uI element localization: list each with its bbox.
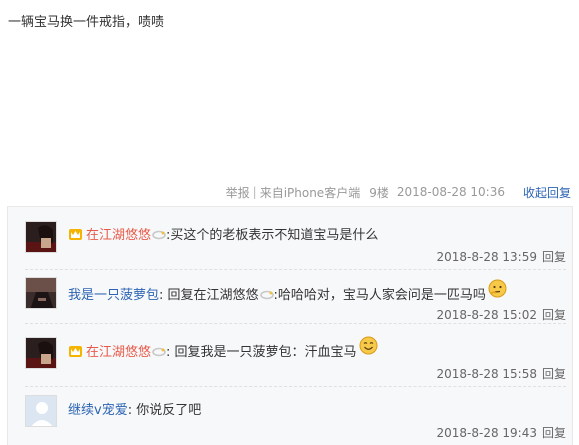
reply-button[interactable]: 回复 xyxy=(542,426,566,440)
device-source[interactable]: 来自iPhone客户端 xyxy=(260,184,361,201)
collapse-replies-link[interactable]: 收起回复 xyxy=(523,184,571,201)
reply-time: 2018-8-28 13:59 xyxy=(436,250,537,264)
reply-line: 在江湖悠悠 :买这个的老板表示不知道宝马是什么 xyxy=(68,224,378,243)
post-date: 2018-08-28 10:36 xyxy=(396,185,505,199)
reply-target[interactable]: 在江湖悠悠 xyxy=(194,284,259,303)
post-meta-bar: 举报 | 来自iPhone客户端 9楼 2018-08-28 10:36 收起回… xyxy=(226,183,579,201)
reply-time-row: 2018-8-28 19:43 回复 xyxy=(436,424,566,441)
reply-line: 在江湖悠悠 : 回复 我是一只菠萝包 ：汗血宝马 xyxy=(68,336,378,360)
reply-button[interactable]: 回复 xyxy=(542,367,566,381)
reply-prefix: : 回复 xyxy=(166,345,201,360)
reply-item: 我是一只菠萝包 : 回复 在江湖悠悠 :哈哈哈对，宝马人家会问是一匹马吗 201… xyxy=(8,270,572,324)
reply-time-row: 2018-8-28 13:59 回复 xyxy=(436,248,566,265)
crown-badge-icon xyxy=(68,344,83,358)
avatar[interactable] xyxy=(25,277,57,309)
reply-username[interactable]: 在江湖悠悠 xyxy=(86,224,151,243)
reply-time-row: 2018-8-28 15:02 回复 xyxy=(436,306,566,323)
reply-time: 2018-8-28 19:43 xyxy=(436,426,537,440)
reply-target[interactable]: 我是一只菠萝包 xyxy=(201,341,292,360)
post-content: 一辆宝马换一件戒指，啧啧 xyxy=(8,15,165,30)
avatar[interactable] xyxy=(25,337,57,369)
reply-time-row: 2018-8-28 15:58 回复 xyxy=(436,365,566,382)
thinking-emoji-icon xyxy=(488,279,507,298)
floor-number: 9楼 xyxy=(369,185,389,200)
reply-time: 2018-8-28 15:02 xyxy=(436,308,537,322)
smile-emoji-icon xyxy=(359,336,378,355)
reply-prefix: : 回复 xyxy=(159,288,194,303)
avatar[interactable] xyxy=(25,395,57,427)
crown-badge-icon xyxy=(68,227,83,241)
meta-separator: | xyxy=(252,185,257,199)
reply-text: :买这个的老板表示不知道宝马是什么 xyxy=(166,228,379,243)
reply-line: 继续v宠爱 : 你说反了吧 xyxy=(68,399,201,418)
avatar[interactable] xyxy=(25,221,57,253)
reply-item: 在江湖悠悠 : 回复 我是一只菠萝包 ：汗血宝马 2018-8-28 15:58… xyxy=(8,324,572,387)
reply-button[interactable]: 回复 xyxy=(542,250,566,264)
reply-username[interactable]: 在江湖悠悠 xyxy=(86,341,151,360)
reply-time: 2018-8-28 15:58 xyxy=(436,367,537,381)
reply-button[interactable]: 回复 xyxy=(542,308,566,322)
reply-username[interactable]: 继续v宠爱 xyxy=(68,399,128,418)
reply-item: 在江湖悠悠 :买这个的老板表示不知道宝马是什么 2018-8-28 13:59 回… xyxy=(8,207,572,270)
reply-item: 继续v宠爱 : 你说反了吧 2018-8-28 19:43 回复 xyxy=(8,387,572,445)
bracelet-icon xyxy=(259,289,274,299)
reply-text: :哈哈哈对，宝马人家会问是一匹马吗 xyxy=(273,288,486,303)
reply-list: 在江湖悠悠 :买这个的老板表示不知道宝马是什么 2018-8-28 13:59 回… xyxy=(7,206,573,445)
reply-line: 我是一只菠萝包 : 回复 在江湖悠悠 :哈哈哈对，宝马人家会问是一匹马吗 xyxy=(68,279,507,303)
bracelet-icon xyxy=(152,346,166,356)
report-link[interactable]: 举报 xyxy=(226,184,250,201)
reply-username[interactable]: 我是一只菠萝包 xyxy=(68,284,159,303)
reply-text: ：汗血宝马 xyxy=(291,345,357,360)
bracelet-icon xyxy=(152,229,166,239)
reply-text: : 你说反了吧 xyxy=(127,403,202,418)
